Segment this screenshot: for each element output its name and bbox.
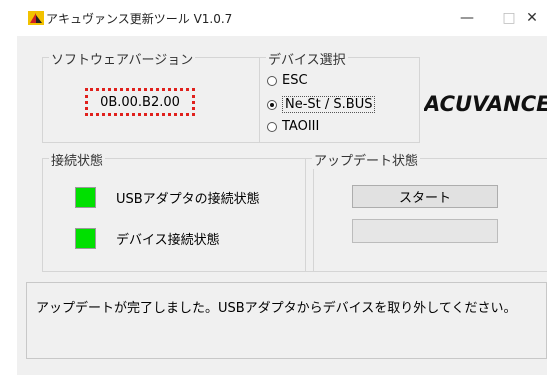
app-icon: [28, 11, 44, 25]
update-progress-bar: [352, 219, 498, 243]
device-option-label: ESC: [282, 73, 308, 88]
close-icon: ✕: [526, 10, 538, 26]
status-message: アップデートが完了しました。USBアダプタからデバイスを取り外してください。: [36, 301, 517, 316]
acuvance-logo: ACUVANCE: [424, 92, 547, 116]
device-select-label: デバイス選択: [266, 49, 348, 68]
device-select-group: デバイス選択 ESC Ne-St / S.BUS TAOIII: [259, 49, 420, 143]
software-version-label: ソフトウェアバージョン: [49, 49, 196, 68]
device-connection-status-row: デバイス接続状態: [75, 228, 220, 249]
update-status-group: アップデート状態 スタート: [305, 150, 547, 272]
device-option-esc[interactable]: ESC: [267, 73, 308, 88]
update-status-label: アップデート状態: [312, 150, 421, 169]
close-button[interactable]: ✕: [517, 4, 547, 32]
message-panel: アップデートが完了しました。USBアダプタからデバイスを取り外してください。: [26, 282, 547, 359]
minimize-icon: —: [460, 10, 474, 26]
usb-adapter-status-indicator: [75, 187, 96, 208]
start-button-label: スタート: [398, 191, 451, 206]
device-connection-status-label: デバイス接続状態: [116, 233, 220, 248]
title-bar: アキュヴァンス更新ツール V1.0.7 — □ ✕: [17, 0, 547, 36]
connection-status-label: 接続状態: [49, 150, 106, 169]
connection-status-group: 接続状態: [42, 150, 314, 272]
radio-button-selected[interactable]: [267, 99, 277, 110]
device-option-nest-sbus[interactable]: Ne-St / S.BUS: [267, 96, 376, 113]
radio-button[interactable]: [267, 121, 277, 132]
svg-text:ACUVANCE: ACUVANCE: [424, 92, 547, 116]
device-option-taoiii[interactable]: TAOIII: [267, 119, 319, 134]
version-highlight: 0B.00.B2.00: [85, 88, 195, 116]
device-option-label: TAOIII: [282, 119, 320, 134]
version-value: 0B.00.B2.00: [100, 94, 180, 110]
software-version-group: ソフトウェアバージョン 0B.00.B2.00: [42, 49, 260, 143]
start-button[interactable]: スタート: [352, 185, 498, 208]
usb-adapter-status-label: USBアダプタの接続状態: [116, 192, 260, 207]
radio-button[interactable]: [267, 75, 277, 86]
device-option-label: Ne-St / S.BUS: [282, 96, 376, 113]
usb-adapter-status-row: USBアダプタの接続状態: [75, 187, 260, 208]
window-title: アキュヴァンス更新ツール V1.0.7: [46, 12, 233, 26]
maximize-icon: □: [502, 10, 516, 26]
device-connection-status-indicator: [75, 228, 96, 249]
minimize-button[interactable]: —: [445, 4, 489, 32]
